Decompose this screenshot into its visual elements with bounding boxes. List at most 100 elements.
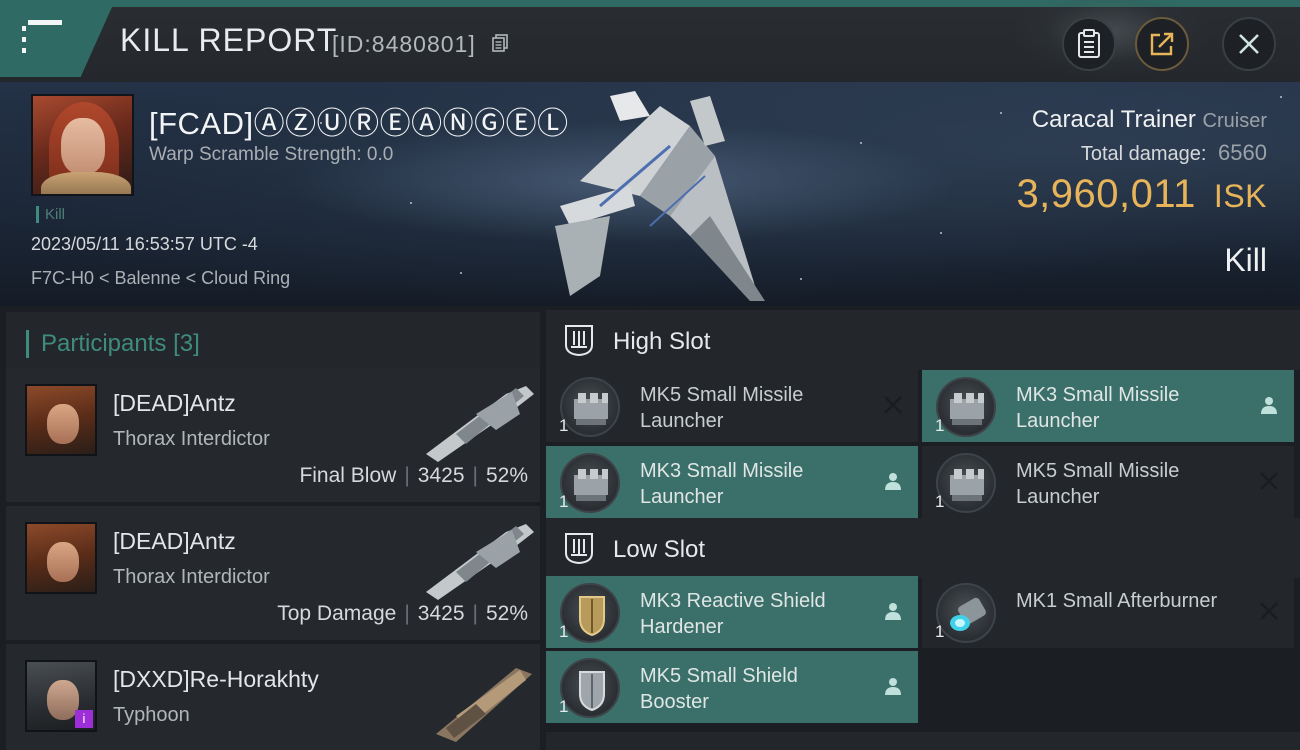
participant-percent: 52% bbox=[485, 602, 528, 625]
module-slot[interactable]: 1 MK1 Small Afterburner bbox=[922, 576, 1294, 648]
participants-panel: Participants [3] [DEAD]Antz Thorax Inter… bbox=[0, 306, 540, 750]
participant-role: Final Blow bbox=[299, 464, 397, 487]
high-slot-label: High Slot bbox=[613, 328, 711, 355]
module-slot[interactable]: 1 MK5 Small Shield Booster bbox=[546, 651, 918, 723]
module-slot[interactable]: 1 MK3 Reactive Shield Hardener bbox=[546, 576, 918, 648]
close-icon bbox=[1239, 34, 1259, 54]
warp-scramble-strength: Warp Scramble Strength: 0.0 bbox=[149, 144, 394, 165]
participant-damage: 3425 bbox=[417, 602, 465, 625]
victim-ship-image bbox=[555, 91, 765, 301]
share-icon bbox=[1150, 32, 1174, 56]
isk-amount: 3,960,011 bbox=[1016, 172, 1196, 216]
total-damage-label: Total damage: bbox=[1080, 143, 1207, 165]
missile-launcher-icon bbox=[560, 453, 620, 513]
next-slot-header bbox=[546, 732, 1300, 750]
module-name: MK5 Small Shield Booster bbox=[640, 665, 798, 713]
low-slot-icon bbox=[565, 533, 593, 565]
missile-launcher-icon bbox=[936, 453, 996, 513]
afterburner-icon bbox=[936, 583, 996, 643]
module-quantity: 1 bbox=[559, 416, 569, 435]
participant-row[interactable]: [DEAD]Antz Thorax Interdictor Top Damage… bbox=[6, 506, 540, 640]
victim-ship-class: Cruiser bbox=[1202, 110, 1267, 132]
victim-ship-name: Caracal Trainer bbox=[1031, 106, 1196, 133]
participant-ship: Thorax Interdictor bbox=[113, 428, 270, 450]
missile-launcher-icon bbox=[936, 377, 996, 437]
header-bar: KILL REPORT [ID:8480801] bbox=[0, 0, 1300, 82]
page-title: KILL REPORT bbox=[120, 22, 338, 58]
participant-percent: 52% bbox=[485, 464, 528, 487]
participant-name: [DXXD]Re-Horakhty bbox=[113, 666, 319, 692]
low-slot-header: Low Slot bbox=[546, 518, 1300, 578]
participant-damage: 3425 bbox=[417, 464, 465, 487]
module-quantity: 1 bbox=[935, 492, 945, 511]
participant-badge: i bbox=[75, 710, 93, 728]
module-quantity: 1 bbox=[559, 697, 569, 716]
victim-portrait[interactable] bbox=[31, 94, 134, 196]
participant-row[interactable]: i [DXXD]Re-Horakhty Typhoon bbox=[6, 644, 540, 750]
kill-tag: Kill bbox=[36, 206, 65, 223]
shield-hardener-icon bbox=[560, 583, 620, 643]
kill-location[interactable]: F7C-H0 < Balenne < Cloud Ring bbox=[31, 268, 290, 289]
hamburger-menu-icon[interactable] bbox=[22, 20, 66, 60]
victim-banner: [FCAD]ⒶⓏⓊⓇⒺⒶⓃⒼⒺⓁ Warp Scramble Strength:… bbox=[0, 82, 1300, 306]
participant-ship: Thorax Interdictor bbox=[113, 566, 270, 588]
share-button[interactable] bbox=[1135, 17, 1189, 71]
module-quantity: 1 bbox=[559, 622, 569, 641]
kill-timestamp: 2023/05/11 16:53:57 UTC -4 bbox=[31, 234, 258, 254]
kill-outcome: Kill bbox=[1224, 242, 1267, 278]
participant-avatar[interactable] bbox=[25, 384, 97, 456]
participant-ship-image bbox=[426, 524, 534, 600]
missile-launcher-icon bbox=[560, 377, 620, 437]
participants-count: [3] bbox=[173, 330, 200, 357]
high-slot-icon bbox=[565, 325, 593, 357]
participant-ship-image bbox=[426, 386, 534, 462]
module-quantity: 1 bbox=[935, 416, 945, 435]
module-name: MK3 Small Missile Launcher bbox=[1016, 384, 1180, 432]
close-button[interactable] bbox=[1222, 17, 1276, 71]
clipboard-icon bbox=[1078, 29, 1100, 58]
module-name: MK3 Reactive Shield Hardener bbox=[640, 590, 826, 638]
clipboard-button[interactable] bbox=[1062, 17, 1116, 71]
isk-value: 3,960,011 ISK bbox=[1016, 172, 1267, 217]
module-quantity: 1 bbox=[559, 492, 569, 511]
module-name: MK3 Small Missile Launcher bbox=[640, 460, 804, 508]
module-slot[interactable]: 1 MK3 Small Missile Launcher bbox=[922, 370, 1294, 442]
participant-stats: Top Damage | 3425 | 52% bbox=[277, 602, 528, 625]
participant-ship-image bbox=[436, 668, 532, 742]
report-id: [ID:8480801] bbox=[332, 31, 476, 57]
participant-name: [DEAD]Antz bbox=[113, 528, 236, 554]
module-slot[interactable]: 1 MK5 Small Missile Launcher bbox=[546, 370, 918, 442]
total-damage-value: 6560 bbox=[1218, 140, 1267, 165]
high-slot-header: High Slot bbox=[546, 310, 1300, 370]
module-slot[interactable]: 1 MK5 Small Missile Launcher bbox=[922, 446, 1294, 518]
participant-role: Top Damage bbox=[277, 602, 397, 625]
participants-header: Participants [3] bbox=[6, 312, 540, 372]
dropped-person-icon bbox=[885, 603, 901, 620]
shield-booster-icon bbox=[560, 658, 620, 718]
dropped-person-icon bbox=[885, 678, 901, 695]
participant-avatar[interactable] bbox=[25, 522, 97, 594]
dropped-person-icon bbox=[885, 473, 901, 490]
victim-ship[interactable]: Caracal Trainer Cruiser bbox=[1032, 106, 1267, 134]
participant-avatar[interactable]: i bbox=[25, 660, 97, 732]
participant-ship: Typhoon bbox=[113, 704, 190, 726]
destroyed-x-icon bbox=[884, 396, 902, 414]
victim-pilot-name[interactable]: [FCAD]ⒶⓏⓊⓇⒺⒶⓃⒼⒺⓁ bbox=[149, 98, 569, 143]
low-slot-label: Low Slot bbox=[613, 536, 706, 563]
fitting-panel: High Slot 1 MK5 Small Missile Launcher 1… bbox=[540, 306, 1300, 750]
participants-title: Participants [3] bbox=[26, 330, 200, 358]
module-quantity: 1 bbox=[935, 622, 945, 641]
module-name: MK5 Small Missile Launcher bbox=[1016, 460, 1180, 508]
module-name: MK5 Small Missile Launcher bbox=[640, 384, 804, 432]
participant-row[interactable]: [DEAD]Antz Thorax Interdictor Final Blow… bbox=[6, 368, 540, 502]
module-slot[interactable]: 1 MK3 Small Missile Launcher bbox=[546, 446, 918, 518]
isk-unit: ISK bbox=[1213, 178, 1267, 214]
total-damage: Total damage: 6560 bbox=[1081, 140, 1267, 166]
module-name: MK1 Small Afterburner bbox=[1016, 590, 1218, 612]
destroyed-x-icon bbox=[1260, 472, 1278, 490]
destroyed-x-icon bbox=[1260, 602, 1278, 620]
participant-name: [DEAD]Antz bbox=[113, 390, 236, 416]
copy-icon[interactable] bbox=[492, 34, 508, 52]
dropped-person-icon bbox=[1261, 397, 1277, 414]
participant-stats: Final Blow | 3425 | 52% bbox=[299, 464, 528, 487]
